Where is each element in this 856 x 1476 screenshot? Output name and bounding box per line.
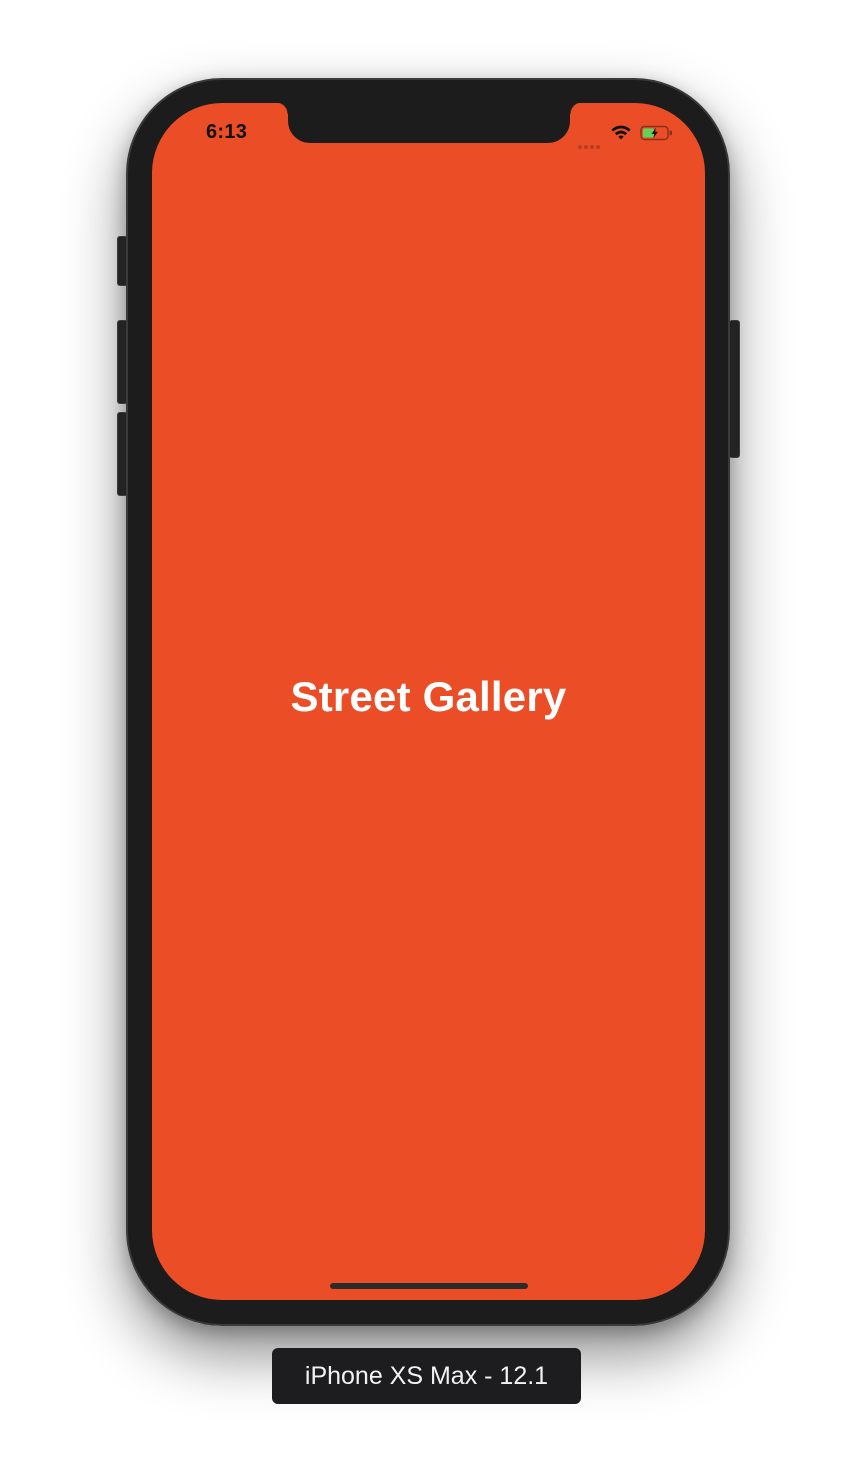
power-button[interactable] bbox=[729, 320, 740, 458]
status-time: 6:13 bbox=[206, 121, 248, 143]
battery-charging-icon bbox=[640, 125, 672, 141]
app-title: Street Gallery bbox=[290, 673, 567, 720]
home-indicator[interactable] bbox=[330, 1283, 528, 1289]
wifi-icon bbox=[611, 125, 631, 140]
status-icons bbox=[578, 123, 678, 149]
device-label: iPhone XS Max - 12.1 bbox=[272, 1348, 581, 1404]
app-screen[interactable]: 6:13 Street Gallery bbox=[152, 103, 705, 1300]
simulator-stage: 6:13 Street Gallery iPhone XS Max - 12.1 bbox=[0, 0, 856, 1476]
notch bbox=[276, 103, 582, 143]
cellular-signal-icon bbox=[578, 136, 604, 149]
